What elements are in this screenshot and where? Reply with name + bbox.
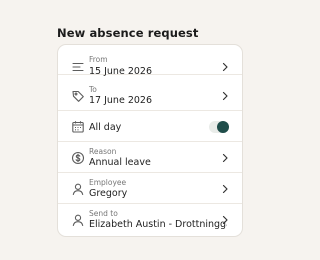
- from-label: From: [89, 55, 108, 64]
- reason-row[interactable]: Reason Annual leave: [58, 143, 242, 173]
- employee-value: Gregory: [89, 188, 128, 199]
- to-date-row[interactable]: To 17 June 2026: [58, 81, 242, 111]
- calendar-icon: [71, 120, 85, 134]
- tag-icon: [71, 89, 85, 103]
- to-label: To: [89, 85, 97, 94]
- chevron-right-icon: [221, 184, 229, 194]
- send-to-label: Send to: [89, 209, 118, 218]
- all-day-toggle[interactable]: [209, 121, 229, 133]
- send-to-row[interactable]: Send to Elizabeth Austin - Drottninggata…: [58, 205, 242, 235]
- reason-value: Annual leave: [89, 157, 151, 168]
- chevron-right-icon: [221, 153, 229, 163]
- all-day-row: All day: [58, 112, 242, 142]
- person-icon: [71, 213, 85, 227]
- filter-lines-icon: [71, 60, 85, 74]
- toggle-knob: [217, 121, 229, 133]
- send-to-value: Elizabeth Austin - Drottninggatan: [89, 219, 227, 230]
- absence-form-card: From 15 June 2026 To 17 June 2026 All da…: [57, 44, 243, 237]
- dollar-circle-icon: [71, 151, 85, 165]
- to-value: 17 June 2026: [89, 95, 152, 106]
- chevron-right-icon: [221, 91, 229, 101]
- all-day-label: All day: [89, 122, 122, 133]
- employee-label: Employee: [89, 178, 127, 187]
- page-title: New absence request: [57, 26, 199, 40]
- from-date-row[interactable]: From 15 June 2026: [58, 45, 242, 77]
- from-value: 15 June 2026: [89, 66, 152, 77]
- person-icon: [71, 182, 85, 196]
- chevron-right-icon: [221, 215, 229, 225]
- chevron-right-icon: [221, 62, 229, 72]
- reason-label: Reason: [89, 147, 117, 156]
- employee-row[interactable]: Employee Gregory: [58, 174, 242, 204]
